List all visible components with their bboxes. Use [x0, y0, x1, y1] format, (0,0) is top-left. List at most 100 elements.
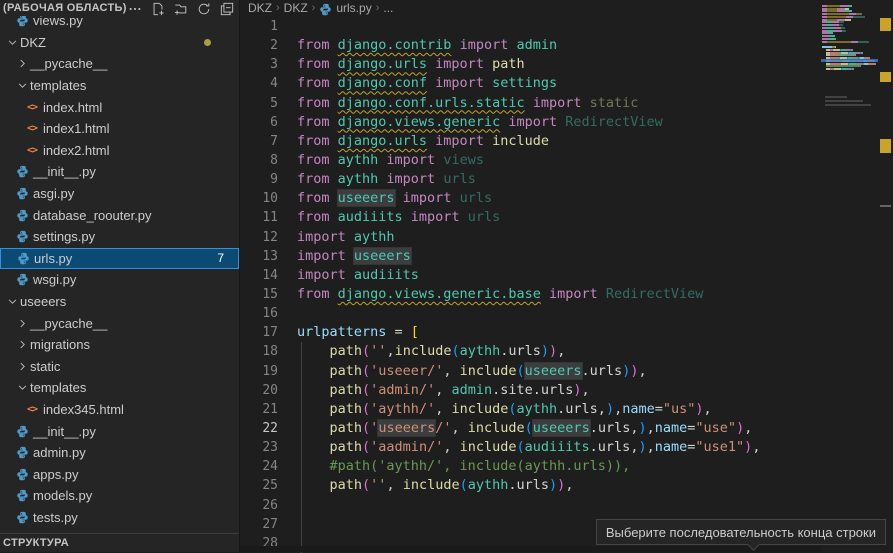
code-line-5[interactable]: 5from django.conf.urls.static import sta…: [240, 94, 893, 113]
minimap-line: [822, 27, 845, 29]
tree-item-models-py[interactable]: models.py: [0, 485, 239, 507]
line-number: 10: [240, 189, 278, 208]
tree-item-settings-py[interactable]: settings.py: [0, 226, 239, 248]
line-content: from useeers import urls: [297, 189, 492, 208]
html-icon: <>: [24, 122, 40, 136]
tree-item-label: tests.py: [33, 510, 78, 525]
html-icon: <>: [24, 143, 40, 157]
code-line-4[interactable]: 4from django.conf import settings: [240, 74, 893, 93]
tree-item-wsgi-py[interactable]: wsgi.py: [0, 269, 239, 291]
code-line-21[interactable]: 21 path('aythh/', include(aythh.urls,),n…: [240, 400, 893, 419]
tree-item--init-py[interactable]: __init__.py: [0, 161, 239, 183]
code-line-13[interactable]: 13import useeers: [240, 247, 893, 266]
code-line-9[interactable]: 9from aythh import urls: [240, 170, 893, 189]
ruler-warning-marker: [880, 18, 891, 31]
outline-title: СТРУКТУРА: [0, 537, 69, 549]
line-content: from aythh import urls: [297, 170, 476, 189]
tree-item-dkz[interactable]: DKZ: [0, 32, 239, 54]
code-line-24[interactable]: 24 #path('aythh/', include(aythh.urls)),: [240, 457, 893, 476]
code-area[interactable]: 12from django.contrib import admin3from …: [240, 17, 893, 552]
tree-item--init-py[interactable]: __init__.py: [0, 420, 239, 442]
chevron-down-icon: [4, 35, 20, 49]
chevron-down-icon: [14, 79, 30, 93]
tree-item-label: urls.py: [34, 251, 72, 266]
tree-item-index-html[interactable]: <>index.html: [0, 96, 239, 118]
minimap-line: [822, 21, 844, 23]
outline-section-header[interactable]: СТРУКТУРА: [0, 533, 239, 552]
line-number: 20: [240, 381, 278, 400]
tree-item-label: useeers: [20, 294, 66, 309]
code-line-10[interactable]: 10 from useeers import urls: [240, 189, 893, 208]
code-line-16[interactable]: 16: [240, 304, 893, 323]
line-number: 16: [240, 304, 278, 323]
chevron-down-icon: [14, 381, 30, 395]
code-line-2[interactable]: 2from django.contrib import admin: [240, 36, 893, 55]
tree-item-tests-py[interactable]: tests.py: [0, 507, 239, 529]
minimap-line: [822, 8, 849, 10]
breadcrumb-item[interactable]: DKZ: [248, 1, 272, 15]
explorer-section-header[interactable]: (РАБОЧАЯ ОБЛАСТЬ): [0, 0, 239, 16]
code-line-12[interactable]: 12import aythh: [240, 228, 893, 247]
breadcrumb-item[interactable]: urls.py: [336, 1, 371, 15]
breadcrumb-item[interactable]: DKZ: [284, 1, 308, 15]
code-line-18[interactable]: 18 path('',include(aythh.urls)),: [240, 342, 893, 361]
tree-item-apps-py[interactable]: apps.py: [0, 463, 239, 485]
tree-item-templates[interactable]: templates: [0, 75, 239, 97]
code-line-7[interactable]: 7from django.urls import include: [240, 132, 893, 151]
line-content: from django.conf.urls.static import stat…: [297, 94, 638, 113]
line-content: from django.urls import include: [297, 132, 549, 151]
tree-item-templates[interactable]: templates: [0, 377, 239, 399]
tree-item--pycache-[interactable]: __pycache__: [0, 312, 239, 334]
minimap[interactable]: [821, 0, 878, 552]
tree-item-useeers[interactable]: useeers: [0, 291, 239, 313]
collapse-all-icon[interactable]: [219, 1, 235, 17]
code-line-22[interactable]: 22 path('useeers/', include(useeers.urls…: [240, 419, 893, 438]
tree-item-index345-html[interactable]: <>index345.html: [0, 399, 239, 421]
tree-item-index1-html[interactable]: <>index1.html: [0, 118, 239, 140]
tree-item-label: database_roouter.py: [33, 208, 152, 223]
eol-sequence-tooltip: Выберите последовательность конца строки: [596, 519, 886, 545]
line-content: from audiiits import urls: [297, 208, 500, 227]
tree-item-asgi-py[interactable]: asgi.py: [0, 183, 239, 205]
code-line-15[interactable]: 15from django.views.generic.base import …: [240, 285, 893, 304]
line-content: import audiiits: [297, 266, 419, 285]
line-content: path('aadmin/', include(audiiits.urls,),…: [297, 438, 760, 457]
minimap-line: [822, 24, 843, 26]
new-file-icon[interactable]: [150, 1, 166, 17]
refresh-icon[interactable]: [196, 1, 212, 17]
more-actions-icon[interactable]: [127, 1, 143, 17]
code-line-17[interactable]: 17urlpatterns = [: [240, 323, 893, 342]
code-line-1[interactable]: 1: [240, 17, 893, 36]
code-line-20[interactable]: 20 path('admin/', admin.site.urls),: [240, 381, 893, 400]
code-line-11[interactable]: 11from audiiits import urls: [240, 208, 893, 227]
code-line-25[interactable]: 25 path('', include(aythh.urls)),: [240, 476, 893, 495]
breadcrumb: DKZ›DKZ›urls.py›...: [240, 0, 893, 16]
code-line-26[interactable]: 26: [240, 496, 893, 515]
tree-item--pycache-[interactable]: __pycache__: [0, 53, 239, 75]
tree-item-label: index.html: [43, 100, 102, 115]
code-line-19[interactable]: 19 path('useeer/', include(useeers.urls)…: [240, 362, 893, 381]
tree-item-index2-html[interactable]: <>index2.html: [0, 140, 239, 162]
overview-ruler-scrollbar[interactable]: [878, 0, 893, 552]
code-line-14[interactable]: 14import audiiits: [240, 266, 893, 285]
new-folder-icon[interactable]: [173, 1, 189, 17]
tree-item-urls-py[interactable]: urls.py7: [0, 248, 239, 270]
code-line-23[interactable]: 23 path('aadmin/', include(audiiits.urls…: [240, 438, 893, 457]
python-icon: [14, 187, 30, 201]
line-number: 13: [240, 247, 278, 266]
tree-item-static[interactable]: static: [0, 356, 239, 378]
tree-item-admin-py[interactable]: admin.py: [0, 442, 239, 464]
code-line-6[interactable]: 6from django.views.generic import Redire…: [240, 113, 893, 132]
tree-item-label: apps.py: [33, 467, 79, 482]
tree-item-label: templates: [30, 78, 86, 93]
tree-item-label: templates: [30, 380, 86, 395]
tree-item-migrations[interactable]: migrations: [0, 334, 239, 356]
minimap-line: [822, 38, 836, 40]
tree-item-label: settings.py: [33, 229, 95, 244]
code-line-8[interactable]: 8from aythh import views: [240, 151, 893, 170]
code-line-3[interactable]: 3from django.urls import path: [240, 55, 893, 74]
tree-item-database-roouter-py[interactable]: database_roouter.py: [0, 204, 239, 226]
python-icon: [14, 467, 30, 481]
breadcrumb-item[interactable]: ...: [383, 1, 393, 15]
python-icon: [14, 230, 30, 244]
